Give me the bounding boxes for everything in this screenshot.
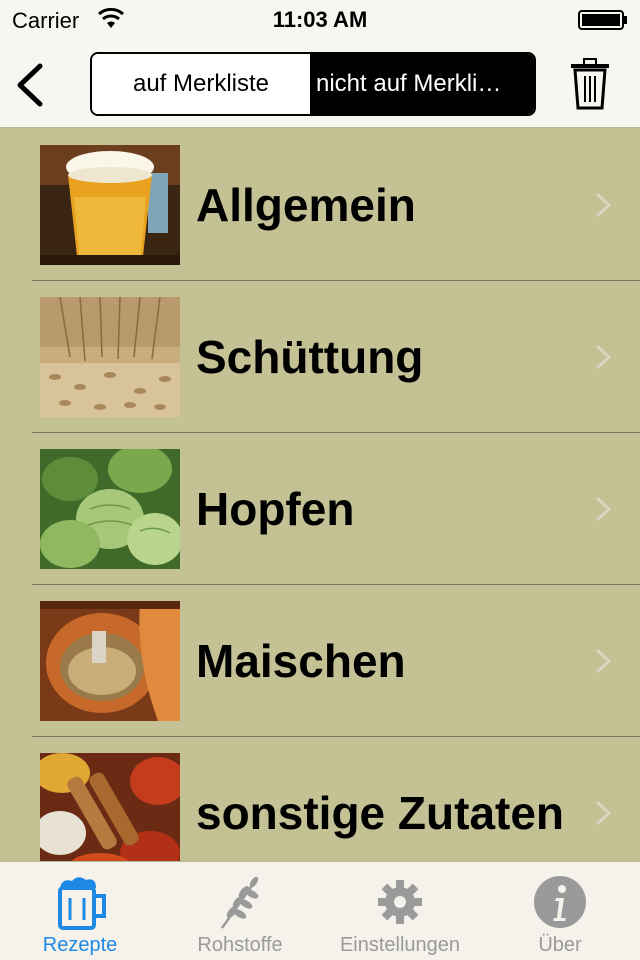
filter-segmented-control[interactable]: auf Merkliste nicht auf Merkli… xyxy=(90,52,536,116)
info-icon xyxy=(534,876,586,928)
list-item-hopfen[interactable]: Hopfen xyxy=(0,433,640,585)
disclosure-chevron-icon xyxy=(595,648,612,674)
tab-bar: Rezepte Rohstoffe Einstellungen Über xyxy=(0,861,640,960)
disclosure-chevron-icon xyxy=(595,344,612,370)
tab-label: Über xyxy=(538,934,582,956)
tab-label: Rezepte xyxy=(42,934,118,956)
list-item-maischen[interactable]: Maischen xyxy=(0,585,640,737)
back-chevron-icon[interactable] xyxy=(14,62,46,108)
list-item-schuettung[interactable]: Schüttung xyxy=(0,281,640,433)
list-item-label: Schüttung xyxy=(196,331,424,383)
tab-rezepte[interactable]: Rezepte xyxy=(0,862,160,960)
beer-mug-icon xyxy=(58,877,106,930)
wheat-icon xyxy=(220,876,259,929)
list-item-label: Maischen xyxy=(196,635,406,687)
list-item-label: sonstige Zutaten xyxy=(196,787,565,839)
segment-nicht-auf-merkliste[interactable]: nicht auf Merkli… xyxy=(310,54,534,114)
tab-label: Rohstoffe xyxy=(197,934,283,956)
segment-auf-merkliste[interactable]: auf Merkliste xyxy=(92,54,310,114)
tab-rohstoffe[interactable]: Rohstoffe xyxy=(160,862,320,960)
category-list: Allgemein Schüttung Hopfen Maischen sons… xyxy=(0,129,640,861)
disclosure-chevron-icon xyxy=(595,192,612,218)
gear-icon xyxy=(378,880,422,924)
trash-icon[interactable] xyxy=(570,58,610,110)
navigation-bar: auf Merkliste nicht auf Merkli… xyxy=(0,40,640,128)
list-item-sonstige-zutaten[interactable]: sonstige Zutaten xyxy=(0,737,640,861)
barley-grain-image xyxy=(40,297,180,417)
list-item-allgemein[interactable]: Allgemein xyxy=(0,129,640,281)
battery-icon xyxy=(578,10,627,30)
tab-ueber[interactable]: Über xyxy=(480,862,640,960)
list-item-label: Hopfen xyxy=(196,483,355,535)
disclosure-chevron-icon xyxy=(595,496,612,522)
status-bar: Carrier 11:03 AM xyxy=(0,0,640,40)
list-item-label: Allgemein xyxy=(196,179,416,231)
disclosure-chevron-icon xyxy=(595,800,612,826)
tab-einstellungen[interactable]: Einstellungen xyxy=(320,862,480,960)
tab-label: Einstellungen xyxy=(339,934,461,956)
copper-mash-tun-image xyxy=(40,601,180,721)
hops-image xyxy=(40,449,180,569)
beer-glass-image xyxy=(40,145,180,265)
status-time: 11:03 AM xyxy=(272,7,368,32)
spices-image xyxy=(40,753,180,861)
